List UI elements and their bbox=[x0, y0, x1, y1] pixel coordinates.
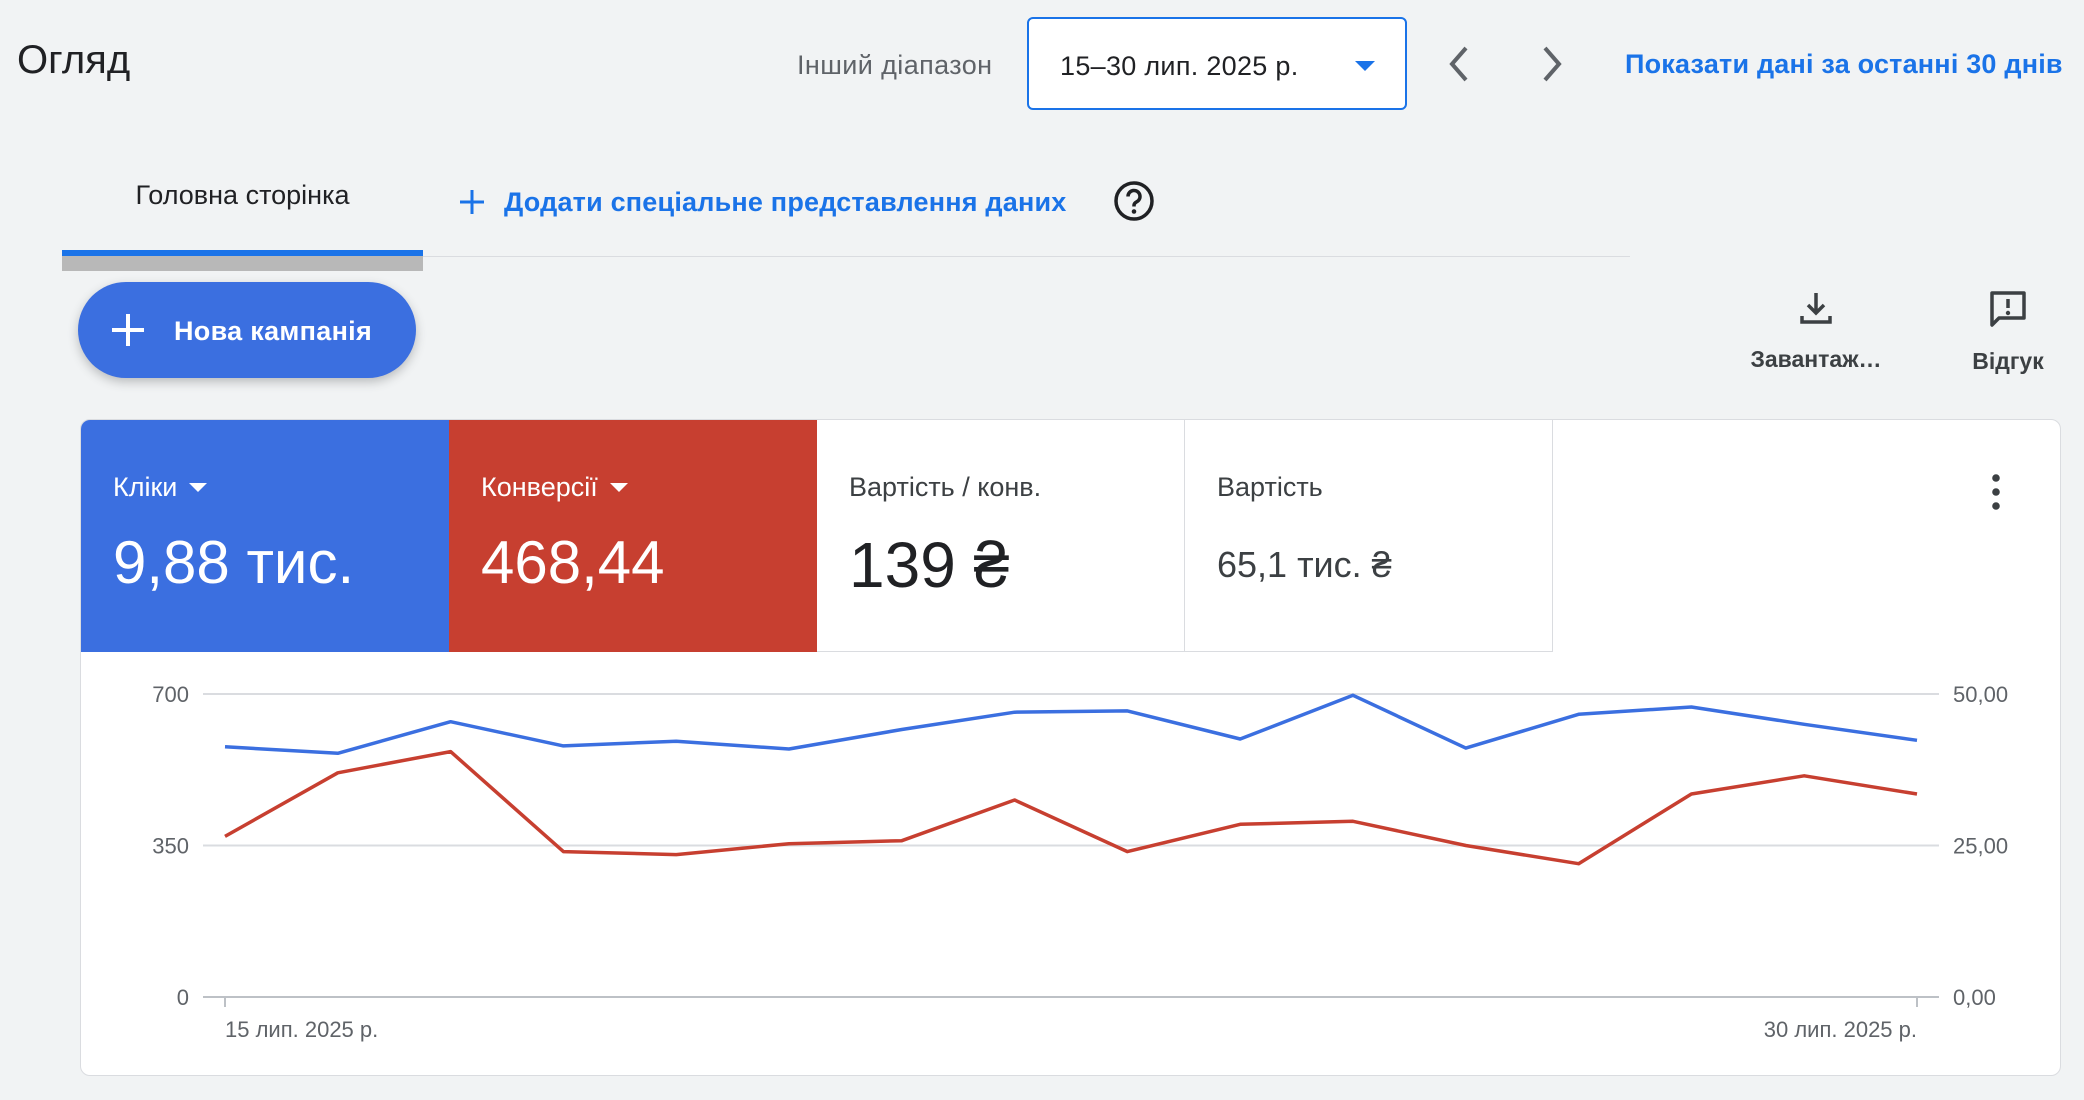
date-range-select[interactable]: 15–30 лип. 2025 р. bbox=[1027, 17, 1407, 110]
performance-card: Кліки 9,88 тис. Конверсії 468,44 Вартіст… bbox=[80, 419, 2061, 1076]
more-vert-icon bbox=[1992, 474, 2000, 510]
dropdown-caret-icon bbox=[1355, 61, 1375, 71]
add-custom-view-label: Додати спеціальне представлення даних bbox=[504, 186, 1067, 217]
tab-home-label: Головна сторінка bbox=[135, 180, 350, 210]
tab-shadow bbox=[62, 256, 423, 271]
chevron-right-icon bbox=[1543, 46, 1562, 82]
metric-cost-value: 65,1 тис. ₴ bbox=[1217, 544, 1392, 585]
tab-home[interactable]: Головна сторінка bbox=[62, 170, 423, 271]
new-campaign-button[interactable]: Нова кампанія bbox=[78, 282, 416, 378]
plus-icon bbox=[460, 190, 484, 214]
feedback-button[interactable]: Відгук bbox=[1945, 288, 2071, 378]
metric-conversions[interactable]: Конверсії 468,44 bbox=[449, 420, 817, 652]
metric-clicks[interactable]: Кліки 9,88 тис. bbox=[81, 420, 449, 652]
add-custom-view-button[interactable]: Додати спеціальне представлення даних bbox=[458, 182, 1066, 222]
x-tick-label: 30 лип. 2025 р. bbox=[1764, 1017, 1917, 1042]
metric-cost-per-conversion[interactable]: Вартість / конв. 139 ₴ bbox=[817, 420, 1185, 652]
y-left-tick-label: 0 bbox=[177, 985, 189, 1010]
metric-conversions-value: 468,44 bbox=[481, 529, 665, 596]
download-label: Завантаж… bbox=[1750, 346, 1882, 372]
download-icon bbox=[1800, 293, 1832, 324]
metric-clicks-value: 9,88 тис. bbox=[113, 529, 355, 596]
dropdown-caret-icon[interactable] bbox=[189, 483, 208, 492]
date-range-label: Інший діапазон bbox=[797, 50, 993, 80]
metric-cost-label: Вартість bbox=[1217, 472, 1323, 502]
series-line-conversions bbox=[224, 749, 1918, 866]
y-right-tick-label: 50,00 bbox=[1953, 682, 2008, 707]
next-period-button[interactable] bbox=[1532, 40, 1572, 88]
metric-conversions-label: Конверсії bbox=[481, 472, 598, 502]
feedback-icon bbox=[1990, 291, 2026, 327]
series-line-clicks bbox=[224, 693, 1918, 756]
dropdown-caret-icon[interactable] bbox=[609, 483, 628, 492]
x-tick-label: 15 лип. 2025 р. bbox=[225, 1017, 378, 1042]
page-title: Огляд bbox=[17, 38, 131, 82]
last-30-days-link[interactable]: Показати дані за останні 30 днів bbox=[1625, 49, 2063, 80]
metric-clicks-label: Кліки bbox=[113, 472, 178, 502]
feedback-label: Відгук bbox=[1972, 348, 2044, 374]
y-right-tick-label: 0,00 bbox=[1953, 985, 1996, 1010]
metric-cost-per-conversion-label: Вартість / конв. bbox=[849, 472, 1042, 502]
y-left-tick-label: 350 bbox=[152, 834, 189, 859]
performance-chart: 700 50,00 350 25,00 0 0,00 15 лип. 2025 р. 30 л… bbox=[152, 682, 2008, 1042]
y-left-tick-label: 700 bbox=[152, 682, 189, 707]
date-range-value: 15–30 лип. 2025 р. bbox=[1060, 51, 1299, 81]
help-icon[interactable] bbox=[1113, 180, 1155, 222]
chevron-left-icon bbox=[1449, 46, 1468, 82]
metric-cost-per-conversion-value: 139 ₴ bbox=[849, 529, 1010, 601]
more-options-button[interactable] bbox=[1981, 470, 2011, 514]
y-right-tick-label: 25,00 bbox=[1953, 834, 2008, 859]
previous-period-button[interactable] bbox=[1439, 40, 1479, 88]
plus-icon bbox=[112, 314, 144, 346]
metric-cost[interactable]: Вартість 65,1 тис. ₴ bbox=[1185, 420, 1553, 652]
new-campaign-label: Нова кампанія bbox=[174, 316, 373, 346]
download-button[interactable]: Завантаж… bbox=[1741, 288, 1891, 378]
